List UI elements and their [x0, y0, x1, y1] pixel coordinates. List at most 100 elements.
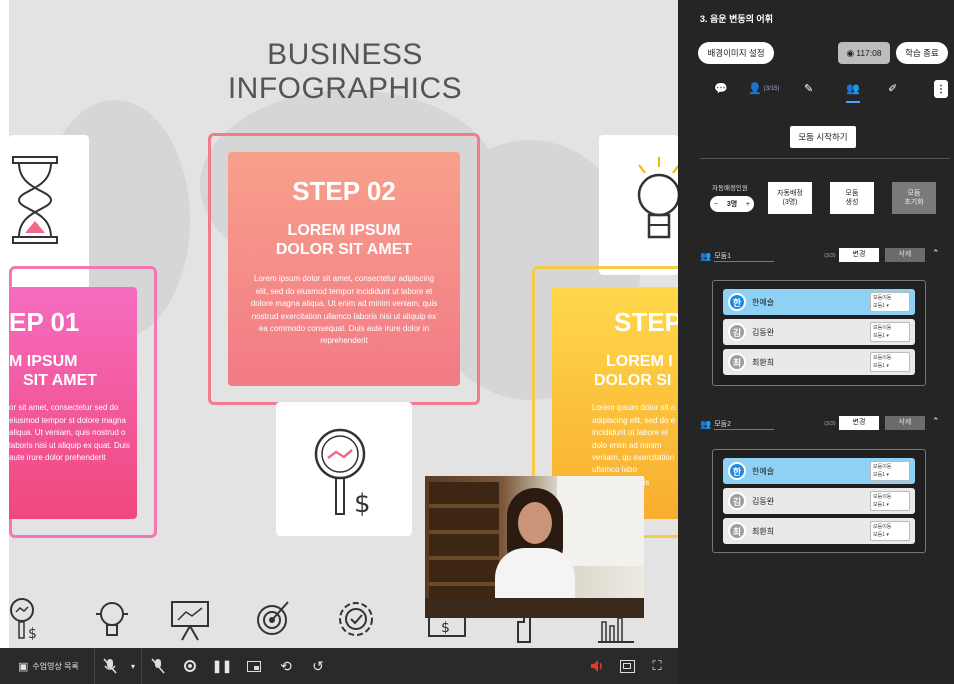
- select-value: 모둠1: [873, 362, 885, 369]
- member-group-select[interactable]: 모둠이동 모둠1 ▾: [870, 461, 910, 481]
- select-value: 모둠1: [873, 302, 885, 309]
- member-group-select[interactable]: 모둠이동 모둠1 ▾: [870, 521, 910, 541]
- target-icon: [257, 601, 289, 635]
- person-icon: 👤: [748, 83, 762, 95]
- member-avatar: 김: [728, 492, 746, 510]
- plus-icon[interactable]: +: [746, 201, 750, 208]
- member-name: 김동완: [752, 496, 775, 506]
- group1-member-3[interactable]: 최 최환희 모둠이동 모둠1 ▾: [723, 349, 915, 375]
- hand-exit-icon: ↺: [312, 657, 324, 674]
- step1-subtitle-1: M IPSUM: [9, 353, 78, 370]
- timer-value: 117:08: [856, 48, 882, 58]
- step2-subtitle-2: DOLOR SIT AMET: [275, 241, 413, 259]
- all-mic-off-button[interactable]: [142, 658, 174, 674]
- video-off-icon: ▣: [18, 660, 29, 673]
- step1-subtitle-2: SIT AMET: [23, 372, 98, 390]
- mic-dropdown[interactable]: ▾: [125, 662, 141, 671]
- group-icon: 👥: [700, 250, 712, 261]
- speaker-icon: [591, 660, 602, 672]
- auto-assign-button[interactable]: 자동배정 (3명): [768, 182, 812, 214]
- pip-button[interactable]: [238, 660, 270, 672]
- mic-mute-button[interactable]: [95, 658, 125, 674]
- control-bar: ▣ 수업영상 목록 ▾ ❚❚ ⟲ ↺ ⛶: [0, 648, 678, 684]
- select-value: 모둠1: [873, 332, 885, 339]
- hourglass-icon: [12, 156, 58, 244]
- group2-count: (3/3): [824, 421, 836, 427]
- member-group-select[interactable]: 모둠이동 모둠1 ▾: [870, 491, 910, 511]
- rotate-icon: ⟲: [280, 657, 292, 674]
- rotate-button[interactable]: ⟲: [270, 658, 302, 675]
- screen-layout-button[interactable]: [612, 659, 642, 673]
- record-button[interactable]: [174, 660, 206, 672]
- select-label: 모둠이동: [873, 524, 892, 530]
- desk: [425, 598, 644, 618]
- group2-delete-button[interactable]: 삭제: [885, 416, 925, 430]
- pause-button[interactable]: ❚❚: [206, 659, 238, 673]
- select-value: 모둠1: [873, 471, 885, 478]
- group1-delete-button[interactable]: 삭제: [885, 248, 925, 262]
- timer-display: ◉ 117:08: [838, 42, 890, 64]
- end-lesson-button[interactable]: 학습 종료: [896, 42, 948, 64]
- kebab-icon: ⋮: [936, 83, 946, 95]
- svg-text:$: $: [441, 620, 450, 636]
- group2-change-button[interactable]: 변경: [839, 416, 879, 430]
- fullscreen-icon: ⛶: [652, 658, 662, 673]
- video-list-label: 수업영상 목록: [32, 661, 79, 671]
- group2-member-1[interactable]: 한 한예슬 모둠이동 모둠1 ▾: [723, 458, 915, 484]
- member-group-select[interactable]: 모둠이동 모둠1 ▾: [870, 322, 910, 342]
- select-value: 모둠1: [873, 501, 885, 508]
- group1-member-2[interactable]: 김 김동완 모둠이동 모둠1 ▾: [723, 319, 915, 345]
- magnifier-box: $: [276, 402, 412, 536]
- presentation-stage: BUSINESS INFOGRAPHICS EP 01 M IPSUM SIT …: [0, 0, 678, 648]
- group1-count: (3/3): [824, 253, 836, 259]
- step2-card: STEP 02 LOREM IPSUM DOLOR SIT AMET Lorem…: [228, 152, 460, 386]
- member-group-select[interactable]: 모둠이동 모둠1 ▾: [870, 352, 910, 372]
- step3-number: STEP: [614, 307, 678, 337]
- group2-collapse-icon[interactable]: ⌃: [932, 416, 940, 427]
- group1-collapse-icon[interactable]: ⌃: [932, 248, 940, 259]
- step1-card: EP 01 M IPSUM SIT AMET or sit amet, cons…: [9, 287, 137, 519]
- auto-assign-label: 자동배정인원: [712, 185, 748, 192]
- create-group-button[interactable]: 모둠 생성: [830, 182, 874, 214]
- bg-image-button[interactable]: 배경이미지 설정: [698, 42, 774, 64]
- step1-number: EP 01: [9, 307, 80, 337]
- speaker-button[interactable]: [582, 659, 612, 673]
- tab-groups[interactable]: 👥: [846, 82, 860, 103]
- member-group-select[interactable]: 모둠이동 모둠1 ▾: [870, 292, 910, 312]
- participants-count: (3/15): [763, 85, 780, 92]
- webcam-video[interactable]: [425, 476, 644, 618]
- minus-icon[interactable]: −: [714, 201, 718, 208]
- pause-icon: ❚❚: [211, 659, 233, 673]
- magnifier-dollar-icon: $: [10, 598, 37, 642]
- pip-icon: [247, 660, 261, 672]
- group2-name: 모둠2: [714, 419, 775, 430]
- exit-hand-button[interactable]: ↺: [302, 658, 334, 675]
- group2-member-3[interactable]: 최 최환희 모둠이동 모둠1 ▾: [723, 518, 915, 544]
- select-label: 모둠이동: [873, 295, 892, 301]
- reset-group-button[interactable]: 모둠 초기화: [892, 182, 936, 214]
- fullscreen-button[interactable]: ⛶: [642, 658, 672, 674]
- group1-change-button[interactable]: 변경: [839, 248, 879, 262]
- tab-draw[interactable]: ✐: [888, 82, 897, 95]
- start-groups-button[interactable]: 모둠 시작하기: [790, 126, 856, 148]
- svg-text:$: $: [28, 626, 37, 642]
- clock-icon: ◉: [846, 47, 855, 58]
- member-avatar: 한: [728, 462, 746, 480]
- auto-count-stepper[interactable]: − 3명 +: [710, 196, 754, 212]
- svg-text:$: $: [354, 489, 371, 519]
- member-name: 최환희: [752, 357, 775, 367]
- more-menu-button[interactable]: ⋮: [934, 80, 948, 98]
- group-icon: 👥: [846, 83, 860, 95]
- video-list-button[interactable]: ▣ 수업영상 목록: [18, 660, 88, 673]
- slide-title: BUSINESS INFOGRAPHICS: [227, 38, 463, 105]
- member-avatar: 김: [728, 323, 746, 341]
- tab-participants[interactable]: 👤 (3/15): [748, 82, 779, 95]
- tab-edit[interactable]: ✎: [804, 82, 813, 95]
- group2-member-2[interactable]: 김 김동완 모둠이동 모둠1 ▾: [723, 488, 915, 514]
- tab-chat[interactable]: 💬: [714, 82, 728, 95]
- group1-member-1[interactable]: 한 한예슬 모둠이동 모둠1 ▾: [723, 289, 915, 315]
- member-name: 김동완: [752, 327, 775, 337]
- bookshelf: [429, 482, 499, 602]
- mic-slash-icon: [151, 658, 165, 674]
- gear-check-icon: [339, 602, 373, 636]
